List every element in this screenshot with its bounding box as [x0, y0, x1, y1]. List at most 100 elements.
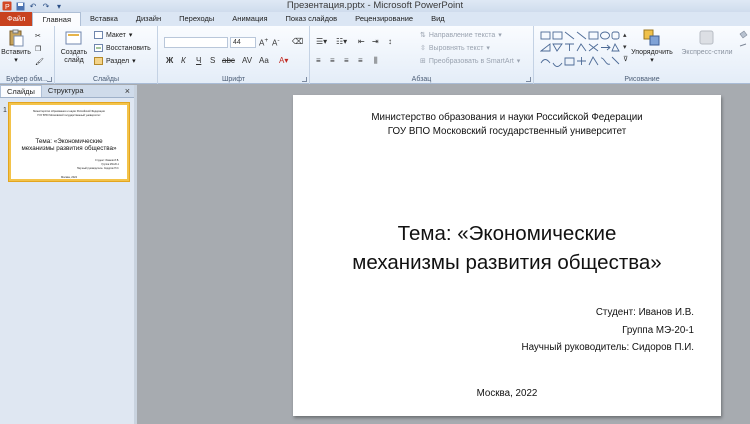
tab-slides[interactable]: Слайды	[0, 85, 42, 97]
slide-title[interactable]: Тема: «Экономические механизмы развития …	[293, 219, 721, 277]
smartart-button[interactable]: ⊞ Преобразовать в SmartArt ▾	[420, 57, 521, 66]
group-paragraph: ☰▾ ☷▾ ⇤ ⇥ ↕ ≡ ≡ ≡ ≡ ⫼ ⇅ Направление текст…	[310, 26, 534, 84]
ribbon-tabs: Файл Главная Вставка Дизайн Переходы Ани…	[0, 12, 750, 26]
thumb-city: Москва, 2022	[60, 176, 78, 179]
shape-fill-icon[interactable]	[738, 30, 748, 70]
group-font: 44 A+ A- ⌫ Ж К Ч S abc AV Aa A▾ Шрифт	[158, 26, 310, 84]
slide-header[interactable]: Министерство образования и науки Российс…	[293, 111, 721, 139]
layout-button[interactable]: Макет ▾	[94, 31, 132, 39]
spacing-icon[interactable]: AV	[242, 56, 252, 65]
reset-label: Восстановить	[106, 44, 151, 52]
clear-format-icon[interactable]: ⌫	[292, 37, 303, 46]
format-painter-button[interactable]: 🖌	[35, 58, 44, 66]
italic-icon[interactable]: К	[181, 56, 186, 65]
text-direction-label: Направление текста	[428, 31, 496, 39]
smartart-icon: ⊞	[420, 58, 426, 65]
tab-slideshow[interactable]: Показ слайдов	[277, 12, 347, 26]
tab-transitions[interactable]: Переходы	[170, 12, 223, 26]
tab-view[interactable]: Вид	[422, 12, 454, 26]
ribbon: Вставить ▾ ✂ ❐ 🖌 Буфер обм... Создать сл…	[0, 26, 750, 84]
group-drawing: ▴ ▾ ⊽ Упорядочить ▾ Экспресс-стили Рисов…	[534, 26, 750, 84]
shadow-icon[interactable]: S	[210, 56, 215, 65]
paragraph-launcher[interactable]	[526, 77, 531, 82]
new-slide-button[interactable]: Создать слайд	[58, 29, 90, 65]
cut-button[interactable]: ✂	[35, 32, 41, 40]
slides-pane: Слайды Структура × 1 Министерство образо…	[0, 85, 136, 424]
copy-button[interactable]: ❐	[35, 45, 41, 53]
tab-review[interactable]: Рецензирование	[346, 12, 422, 26]
paste-icon	[9, 29, 24, 47]
text-direction-button[interactable]: ⇅ Направление текста ▾	[420, 31, 502, 40]
paste-button[interactable]: Вставить ▾	[1, 29, 31, 65]
justify-icon[interactable]: ≡	[358, 56, 363, 65]
pane-tabs: Слайды Структура ×	[0, 85, 135, 98]
numbering-icon[interactable]: ☷▾	[336, 37, 347, 46]
thumb-title: Тема: «Экономические механизмы развития …	[17, 138, 121, 152]
tab-home[interactable]: Главная	[32, 12, 81, 26]
chevron-down-icon: ▾	[132, 58, 136, 65]
new-slide-label-2: слайд	[64, 57, 84, 64]
thumb-title-line2: механизмы развития общества»	[21, 145, 117, 152]
new-slide-icon	[65, 31, 82, 45]
gallery-scroll-up-icon[interactable]: ▴	[623, 31, 627, 39]
strikethrough-icon[interactable]: abc	[222, 56, 235, 65]
tab-insert[interactable]: Вставка	[81, 12, 127, 26]
font-color-icon[interactable]: A▾	[279, 56, 288, 65]
group-slides: Создать слайд Макет ▾ Восстановить Раздел…	[55, 26, 158, 84]
tab-animations[interactable]: Анимация	[223, 12, 276, 26]
columns-icon[interactable]: ⫼	[374, 56, 378, 66]
window-title: Презентация.pptx - Microsoft PowerPoint	[286, 0, 464, 11]
chevron-down-icon: ▾	[498, 32, 502, 39]
grow-font-icon[interactable]: A+	[259, 37, 268, 48]
gallery-scroll-down-icon[interactable]: ▾	[623, 43, 627, 51]
tab-design[interactable]: Дизайн	[127, 12, 170, 26]
font-launcher[interactable]	[302, 77, 307, 82]
reset-button[interactable]: Восстановить	[94, 44, 151, 52]
font-size-field[interactable]: 44	[230, 37, 256, 48]
arrange-icon	[643, 29, 660, 46]
close-icon[interactable]: ×	[125, 86, 130, 96]
chevron-down-icon: ▾	[516, 58, 521, 65]
thumb-title-line1: Тема: «Экономические	[35, 138, 103, 145]
underline-icon[interactable]: Ч	[196, 56, 201, 65]
change-case-icon[interactable]: Aa	[259, 56, 269, 65]
layout-label: Макет	[106, 31, 126, 39]
align-left-icon[interactable]: ≡	[316, 56, 321, 65]
arrange-label: Упорядочить	[631, 49, 673, 56]
increase-indent-icon[interactable]: ⇥	[372, 37, 379, 46]
gallery-more-icon[interactable]: ⊽	[623, 55, 628, 63]
shrink-font-icon[interactable]: A-	[272, 37, 280, 48]
pane-scrollbar[interactable]	[134, 85, 137, 424]
arrange-button[interactable]: Упорядочить ▾	[629, 29, 675, 65]
thumb-group: Группа МЭ-20-1	[101, 163, 119, 166]
scissors-icon: ✂	[35, 33, 41, 40]
bullets-icon[interactable]: ☰▾	[316, 37, 327, 46]
align-center-icon[interactable]: ≡	[330, 56, 335, 65]
decrease-indent-icon[interactable]: ⇤	[358, 37, 365, 46]
slide-student[interactable]: Студент: Иванов И.В.	[596, 307, 694, 318]
tab-outline[interactable]: Структура	[42, 85, 90, 97]
slide-number: 1	[3, 107, 7, 114]
slide-city-year[interactable]: Москва, 2022	[293, 388, 721, 399]
align-text-icon: ⇳	[420, 45, 426, 52]
slide-header-line1: Министерство образования и науки Российс…	[371, 112, 643, 123]
section-button[interactable]: Раздел ▾	[94, 57, 136, 65]
align-right-icon[interactable]: ≡	[344, 56, 349, 65]
slide-thumbnail[interactable]: Министерство образования и науки Российс…	[9, 103, 129, 181]
group-label-font: Шрифт	[221, 76, 246, 83]
quick-styles-button[interactable]: Экспресс-стили	[678, 29, 736, 57]
slide-supervisor[interactable]: Научный руководитель: Сидоров П.И.	[522, 342, 695, 353]
font-name-field[interactable]	[164, 37, 228, 48]
slide-canvas[interactable]: Министерство образования и науки Российс…	[293, 95, 721, 416]
align-text-button[interactable]: ⇳ Выровнять текст ▾	[420, 44, 490, 53]
brush-icon: 🖌	[35, 59, 44, 66]
slide-header-line2: ГОУ ВПО Московский государственный униве…	[387, 126, 627, 137]
thumb-header-line1: Министерство образования и науки Российс…	[33, 110, 105, 113]
line-spacing-icon[interactable]: ↕	[388, 37, 392, 46]
shapes-gallery[interactable]	[540, 30, 620, 68]
clipboard-launcher[interactable]	[47, 77, 52, 82]
bold-icon[interactable]: Ж	[166, 56, 173, 65]
quick-styles-label: Экспресс-стили	[681, 49, 733, 56]
slide-group[interactable]: Группа МЭ-20-1	[622, 325, 694, 336]
tab-file[interactable]: Файл	[0, 12, 33, 26]
